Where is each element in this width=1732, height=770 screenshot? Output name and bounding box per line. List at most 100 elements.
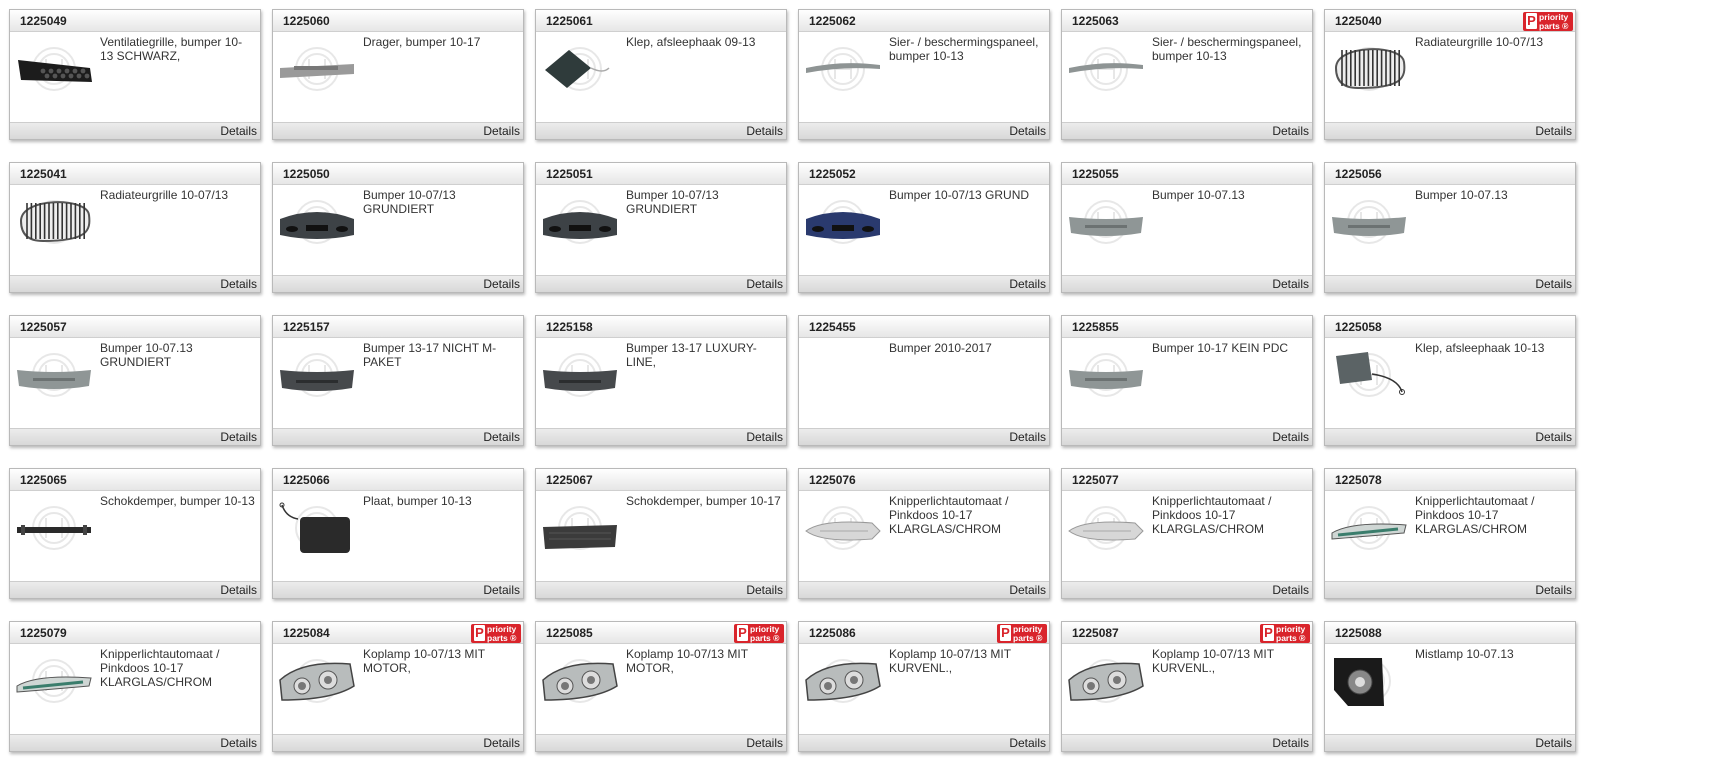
- product-description[interactable]: Bumper 10-07/13 GRUNDIERT: [363, 188, 518, 216]
- product-description[interactable]: Bumper 10-07.13: [1415, 188, 1570, 202]
- product-id[interactable]: 1225049: [20, 14, 67, 28]
- product-description[interactable]: Knipperlichtautomaat / Pinkdoos 10-17 KL…: [1415, 494, 1570, 536]
- product-card[interactable]: 1225058 Klep, afsleephaak 10-13 Details: [1324, 315, 1576, 446]
- details-link[interactable]: Details: [1535, 736, 1572, 750]
- product-card[interactable]: 1225067 Schokdemper, bumper 10-17 Details: [535, 468, 787, 599]
- product-card[interactable]: 1225158 Bumper 13-17 LUXURY-LINE, Details: [535, 315, 787, 446]
- product-image[interactable]: [539, 497, 621, 559]
- product-id[interactable]: 1225040: [1335, 14, 1382, 28]
- product-description[interactable]: Bumper 10-07/13 GRUND: [889, 188, 1044, 202]
- product-description[interactable]: Ventilatiegrille, bumper 10-13 SCHWARZ,: [100, 35, 255, 63]
- product-image[interactable]: [1065, 650, 1147, 712]
- product-card[interactable]: 1225065 Schokdemper, bumper 10-13 Details: [9, 468, 261, 599]
- product-image[interactable]: [802, 38, 884, 100]
- details-link[interactable]: Details: [1535, 277, 1572, 291]
- product-image[interactable]: [13, 344, 95, 406]
- product-card[interactable]: 1225055 Bumper 10-07.13 Details: [1061, 162, 1313, 293]
- details-link[interactable]: Details: [483, 583, 520, 597]
- product-image[interactable]: [276, 344, 358, 406]
- product-card[interactable]: 1225051 Bumper 10-07/13 GRUNDIERT Details: [535, 162, 787, 293]
- product-description[interactable]: Bumper 13-17 LUXURY-LINE,: [626, 341, 781, 369]
- product-card[interactable]: 1225066 Plaat, bumper 10-13 Details: [272, 468, 524, 599]
- product-id[interactable]: 1225055: [1072, 167, 1119, 181]
- product-card[interactable]: 1225077 Knipperlichtautomaat / Pinkdoos 1…: [1061, 468, 1313, 599]
- product-image[interactable]: [802, 191, 884, 253]
- product-image[interactable]: [802, 497, 884, 559]
- product-id[interactable]: 1225079: [20, 626, 67, 640]
- product-card[interactable]: 1225455 Bumper 2010-2017 Details: [798, 315, 1050, 446]
- product-card[interactable]: 1225040 Ppriority parts ® Radiateurgrille …: [1324, 9, 1576, 140]
- product-image[interactable]: [1328, 497, 1410, 559]
- product-id[interactable]: 1225076: [809, 473, 856, 487]
- details-link[interactable]: Details: [746, 736, 783, 750]
- details-link[interactable]: Details: [746, 430, 783, 444]
- product-image[interactable]: [13, 650, 95, 712]
- product-description[interactable]: Koplamp 10-07/13 MIT KURVENL.,: [1152, 647, 1307, 675]
- product-card[interactable]: 1225088 Mistlamp 10-07.13 Details: [1324, 621, 1576, 752]
- product-image[interactable]: [1328, 38, 1410, 100]
- details-link[interactable]: Details: [1535, 124, 1572, 138]
- product-image[interactable]: [276, 650, 358, 712]
- product-image[interactable]: [539, 344, 621, 406]
- product-id[interactable]: 1225057: [20, 320, 67, 334]
- product-card[interactable]: 1225087 Ppriority parts ® Koplamp 10-07/13…: [1061, 621, 1313, 752]
- product-image[interactable]: [1065, 191, 1147, 253]
- product-description[interactable]: Bumper 10-17 KEIN PDC: [1152, 341, 1307, 355]
- product-image[interactable]: [1328, 650, 1410, 712]
- product-card[interactable]: 1225855 Bumper 10-17 KEIN PDC Details: [1061, 315, 1313, 446]
- product-image[interactable]: [539, 38, 621, 100]
- product-id[interactable]: 1225066: [283, 473, 330, 487]
- product-id[interactable]: 1225052: [809, 167, 856, 181]
- product-description[interactable]: Knipperlichtautomaat / Pinkdoos 10-17 KL…: [889, 494, 1044, 536]
- details-link[interactable]: Details: [1009, 736, 1046, 750]
- product-card[interactable]: 1225063 Sier- / beschermingspaneel, bumpe…: [1061, 9, 1313, 140]
- product-image[interactable]: [802, 344, 884, 406]
- details-link[interactable]: Details: [746, 124, 783, 138]
- details-link[interactable]: Details: [1009, 277, 1046, 291]
- product-id[interactable]: 1225085: [546, 626, 593, 640]
- product-description[interactable]: Radiateurgrille 10-07/13: [100, 188, 255, 202]
- details-link[interactable]: Details: [483, 277, 520, 291]
- product-description[interactable]: Bumper 10-07/13 GRUNDIERT: [626, 188, 781, 216]
- product-id[interactable]: 1225050: [283, 167, 330, 181]
- product-description[interactable]: Koplamp 10-07/13 MIT MOTOR,: [626, 647, 781, 675]
- details-link[interactable]: Details: [220, 736, 257, 750]
- product-id[interactable]: 1225060: [283, 14, 330, 28]
- product-card[interactable]: 1225062 Sier- / beschermingspaneel, bumpe…: [798, 9, 1050, 140]
- details-link[interactable]: Details: [1272, 736, 1309, 750]
- product-id[interactable]: 1225088: [1335, 626, 1382, 640]
- details-link[interactable]: Details: [1535, 583, 1572, 597]
- details-link[interactable]: Details: [746, 277, 783, 291]
- product-image[interactable]: [1328, 191, 1410, 253]
- product-description[interactable]: Sier- / beschermingspaneel, bumper 10-13: [889, 35, 1044, 63]
- product-card[interactable]: 1225056 Bumper 10-07.13 Details: [1324, 162, 1576, 293]
- product-id[interactable]: 1225087: [1072, 626, 1119, 640]
- details-link[interactable]: Details: [1009, 583, 1046, 597]
- product-id[interactable]: 1225855: [1072, 320, 1119, 334]
- product-description[interactable]: Plaat, bumper 10-13: [363, 494, 518, 508]
- product-id[interactable]: 1225058: [1335, 320, 1382, 334]
- product-card[interactable]: 1225050 Bumper 10-07/13 GRUNDIERT Details: [272, 162, 524, 293]
- product-card[interactable]: 1225086 Ppriority parts ® Koplamp 10-07/13…: [798, 621, 1050, 752]
- details-link[interactable]: Details: [1009, 124, 1046, 138]
- product-description[interactable]: Radiateurgrille 10-07/13: [1415, 35, 1570, 49]
- product-image[interactable]: [1065, 38, 1147, 100]
- product-image[interactable]: [13, 191, 95, 253]
- product-card[interactable]: 1225085 Ppriority parts ® Koplamp 10-07/13…: [535, 621, 787, 752]
- product-description[interactable]: Koplamp 10-07/13 MIT MOTOR,: [363, 647, 518, 675]
- product-id[interactable]: 1225158: [546, 320, 593, 334]
- product-description[interactable]: Bumper 13-17 NICHT M-PAKET: [363, 341, 518, 369]
- product-image[interactable]: [539, 191, 621, 253]
- product-id[interactable]: 1225061: [546, 14, 593, 28]
- product-card[interactable]: 1225157 Bumper 13-17 NICHT M-PAKET Details: [272, 315, 524, 446]
- product-id[interactable]: 1225455: [809, 320, 856, 334]
- product-card[interactable]: 1225078 Knipperlichtautomaat / Pinkdoos 1…: [1324, 468, 1576, 599]
- product-card[interactable]: 1225079 Knipperlichtautomaat / Pinkdoos 1…: [9, 621, 261, 752]
- details-link[interactable]: Details: [1272, 124, 1309, 138]
- details-link[interactable]: Details: [220, 583, 257, 597]
- details-link[interactable]: Details: [483, 124, 520, 138]
- product-image[interactable]: [276, 497, 358, 559]
- product-id[interactable]: 1225077: [1072, 473, 1119, 487]
- product-image[interactable]: [539, 650, 621, 712]
- product-id[interactable]: 1225041: [20, 167, 67, 181]
